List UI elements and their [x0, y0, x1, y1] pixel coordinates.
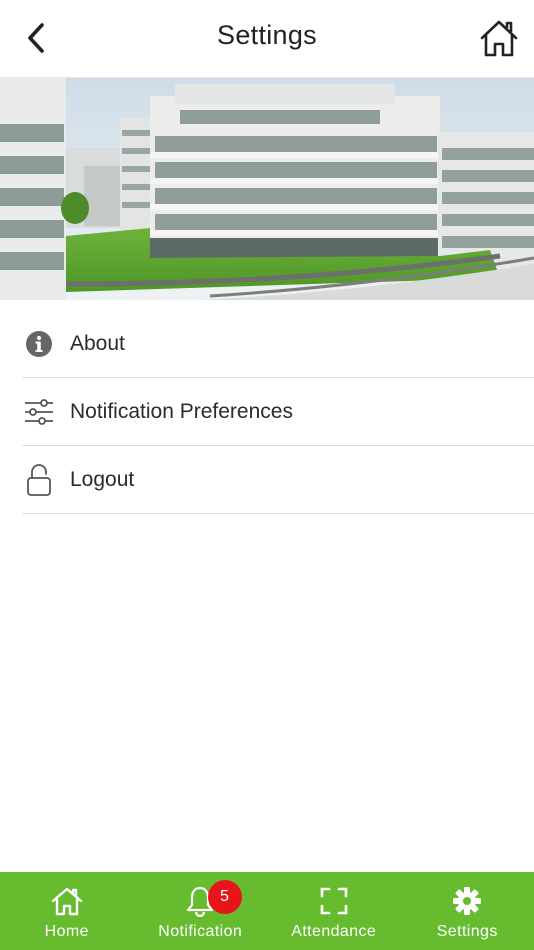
tab-label: Settings: [436, 923, 498, 940]
home-icon: [480, 20, 518, 57]
menu-item-about[interactable]: About: [22, 310, 534, 378]
tab-label: Home: [44, 923, 89, 940]
gear-icon: [450, 884, 484, 918]
tab-attendance[interactable]: Attendance: [267, 872, 401, 950]
info-icon: [22, 327, 56, 361]
menu-item-label: About: [70, 331, 125, 355]
page-title: Settings: [217, 20, 317, 50]
menu-item-label: Logout: [70, 467, 135, 491]
tab-settings[interactable]: Settings: [401, 872, 534, 950]
sliders-icon: [22, 395, 56, 429]
menu-item-label: Notification Preferences: [70, 399, 293, 423]
app-header: Settings: [0, 0, 534, 78]
unlock-icon: [22, 463, 56, 497]
settings-menu: About Notification Preferences Logout: [0, 310, 534, 514]
tab-home[interactable]: Home: [0, 872, 134, 950]
bottom-tab-bar: Home 5 Notification Attendance Settings: [0, 872, 534, 950]
campus-banner-image: [0, 78, 534, 300]
home-button[interactable]: [478, 16, 520, 60]
menu-item-notification-preferences[interactable]: Notification Preferences: [22, 378, 534, 446]
menu-item-logout[interactable]: Logout: [22, 446, 534, 514]
notification-count-badge: 5: [207, 880, 242, 914]
home-icon: [50, 884, 84, 918]
tab-notification[interactable]: 5 Notification: [134, 872, 268, 950]
scan-icon: [317, 884, 351, 918]
tab-label: Notification: [158, 923, 243, 940]
tab-label: Attendance: [291, 923, 377, 940]
